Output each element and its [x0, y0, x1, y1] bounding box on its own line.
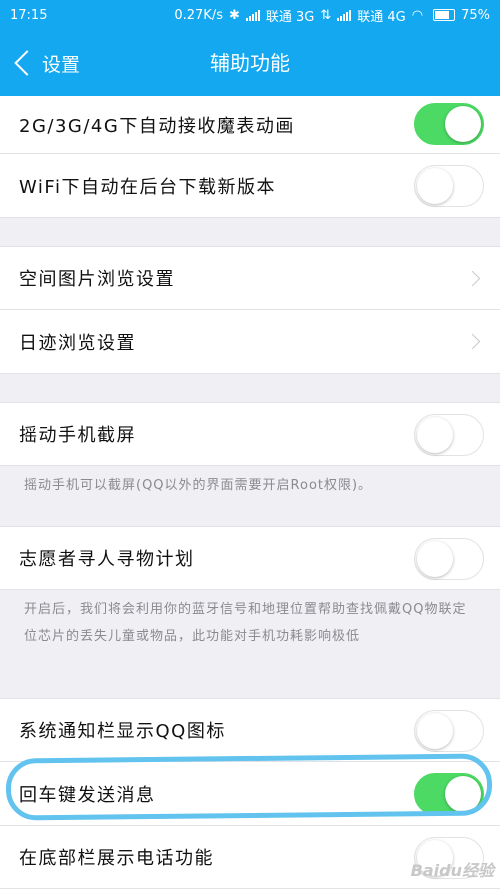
setting-row-photo-browse[interactable]: 空间图片浏览设置	[0, 246, 500, 310]
nav-bar: 设置 辅助功能	[0, 30, 500, 96]
chevron-right-icon	[464, 270, 481, 287]
setting-label: 回车键发送消息	[19, 784, 156, 806]
toggle-knob	[417, 713, 453, 749]
volunteer-toggle[interactable]	[414, 538, 484, 580]
setting-row-auto-receive: 2G/3G/4G下自动接收魔表动画	[0, 96, 500, 154]
shake-screenshot-toggle[interactable]	[414, 414, 484, 456]
wifi-icon: ◠	[411, 7, 424, 23]
status-time: 17:15	[10, 7, 48, 23]
setting-row-trace-browse[interactable]: 日迹浏览设置	[0, 310, 500, 374]
setting-label: 志愿者寻人寻物计划	[19, 549, 195, 570]
bluetooth-icon: ✱	[228, 7, 240, 23]
chevron-right-icon	[464, 333, 481, 350]
volunteer-description: 开启后，我们将会利用你的蓝牙信号和地理位置帮助查找佩戴QQ物联定位芯片的丢失儿童…	[24, 602, 467, 644]
setting-label: 系统通知栏显示QQ图标	[19, 721, 226, 742]
toggle-knob	[445, 106, 481, 142]
setting-row-wifi-download: WiFi下自动在后台下载新版本	[0, 154, 500, 218]
enter-send-toggle[interactable]	[414, 773, 484, 815]
toggle-knob	[417, 168, 453, 204]
setting-row-notify-icon: 系统通知栏显示QQ图标	[0, 698, 500, 762]
wifi-download-toggle[interactable]	[414, 165, 484, 207]
data-transfer-icon: ⇅	[320, 7, 332, 23]
carrier-2: 联通 4G	[357, 9, 406, 25]
notify-icon-toggle[interactable]	[414, 710, 484, 752]
toggle-knob	[445, 776, 481, 812]
setting-label: 在底部栏展示电话功能	[19, 848, 214, 869]
battery-icon	[433, 9, 456, 21]
setting-row-shake-screenshot: 摇动手机截屏	[0, 402, 500, 466]
carrier-1: 联通 3G	[265, 9, 315, 25]
setting-label: WiFi下自动在后台下载新版本	[19, 176, 276, 198]
setting-label: 空间图片浏览设置	[19, 269, 175, 290]
shake-screenshot-description: 摇动手机可以截屏(QQ以外的界面需要开启Root权限)。	[24, 478, 373, 493]
toggle-knob	[417, 417, 453, 453]
auto-receive-toggle[interactable]	[414, 103, 484, 145]
status-bar: 17:15 0.27K/s ✱ 联通 3G ⇅ 联通 4G ◠ 75%	[0, 0, 500, 30]
battery-level: 75%	[461, 7, 490, 23]
setting-label: 摇动手机截屏	[19, 425, 136, 446]
signal-icon-2	[337, 9, 352, 21]
setting-row-volunteer: 志愿者寻人寻物计划	[0, 526, 500, 590]
watermark: Baidu经验	[410, 861, 494, 880]
network-speed: 0.27K/s	[174, 7, 223, 23]
toggle-knob	[417, 541, 453, 577]
signal-icon	[245, 9, 260, 21]
setting-row-enter-send: 回车键发送消息	[0, 762, 500, 826]
page-title: 辅助功能	[210, 51, 290, 75]
setting-label: 2G/3G/4G下自动接收魔表动画	[19, 115, 295, 137]
setting-label: 日迹浏览设置	[19, 332, 136, 354]
